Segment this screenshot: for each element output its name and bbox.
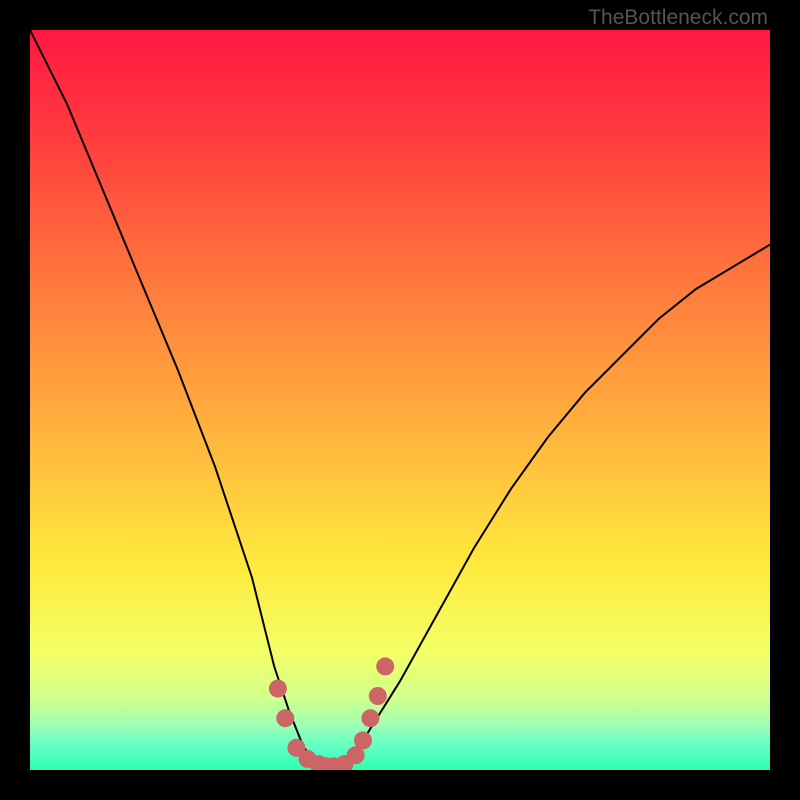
- data-point: [376, 657, 394, 675]
- chart-svg: [30, 30, 770, 770]
- data-point: [354, 731, 372, 749]
- chart-frame: TheBottleneck.com: [0, 0, 800, 800]
- data-point: [276, 709, 294, 727]
- data-point: [269, 680, 287, 698]
- gradient-background: [30, 30, 770, 770]
- data-point: [369, 687, 387, 705]
- plot-area: [30, 30, 770, 770]
- watermark-text: TheBottleneck.com: [588, 6, 768, 30]
- data-point: [361, 709, 379, 727]
